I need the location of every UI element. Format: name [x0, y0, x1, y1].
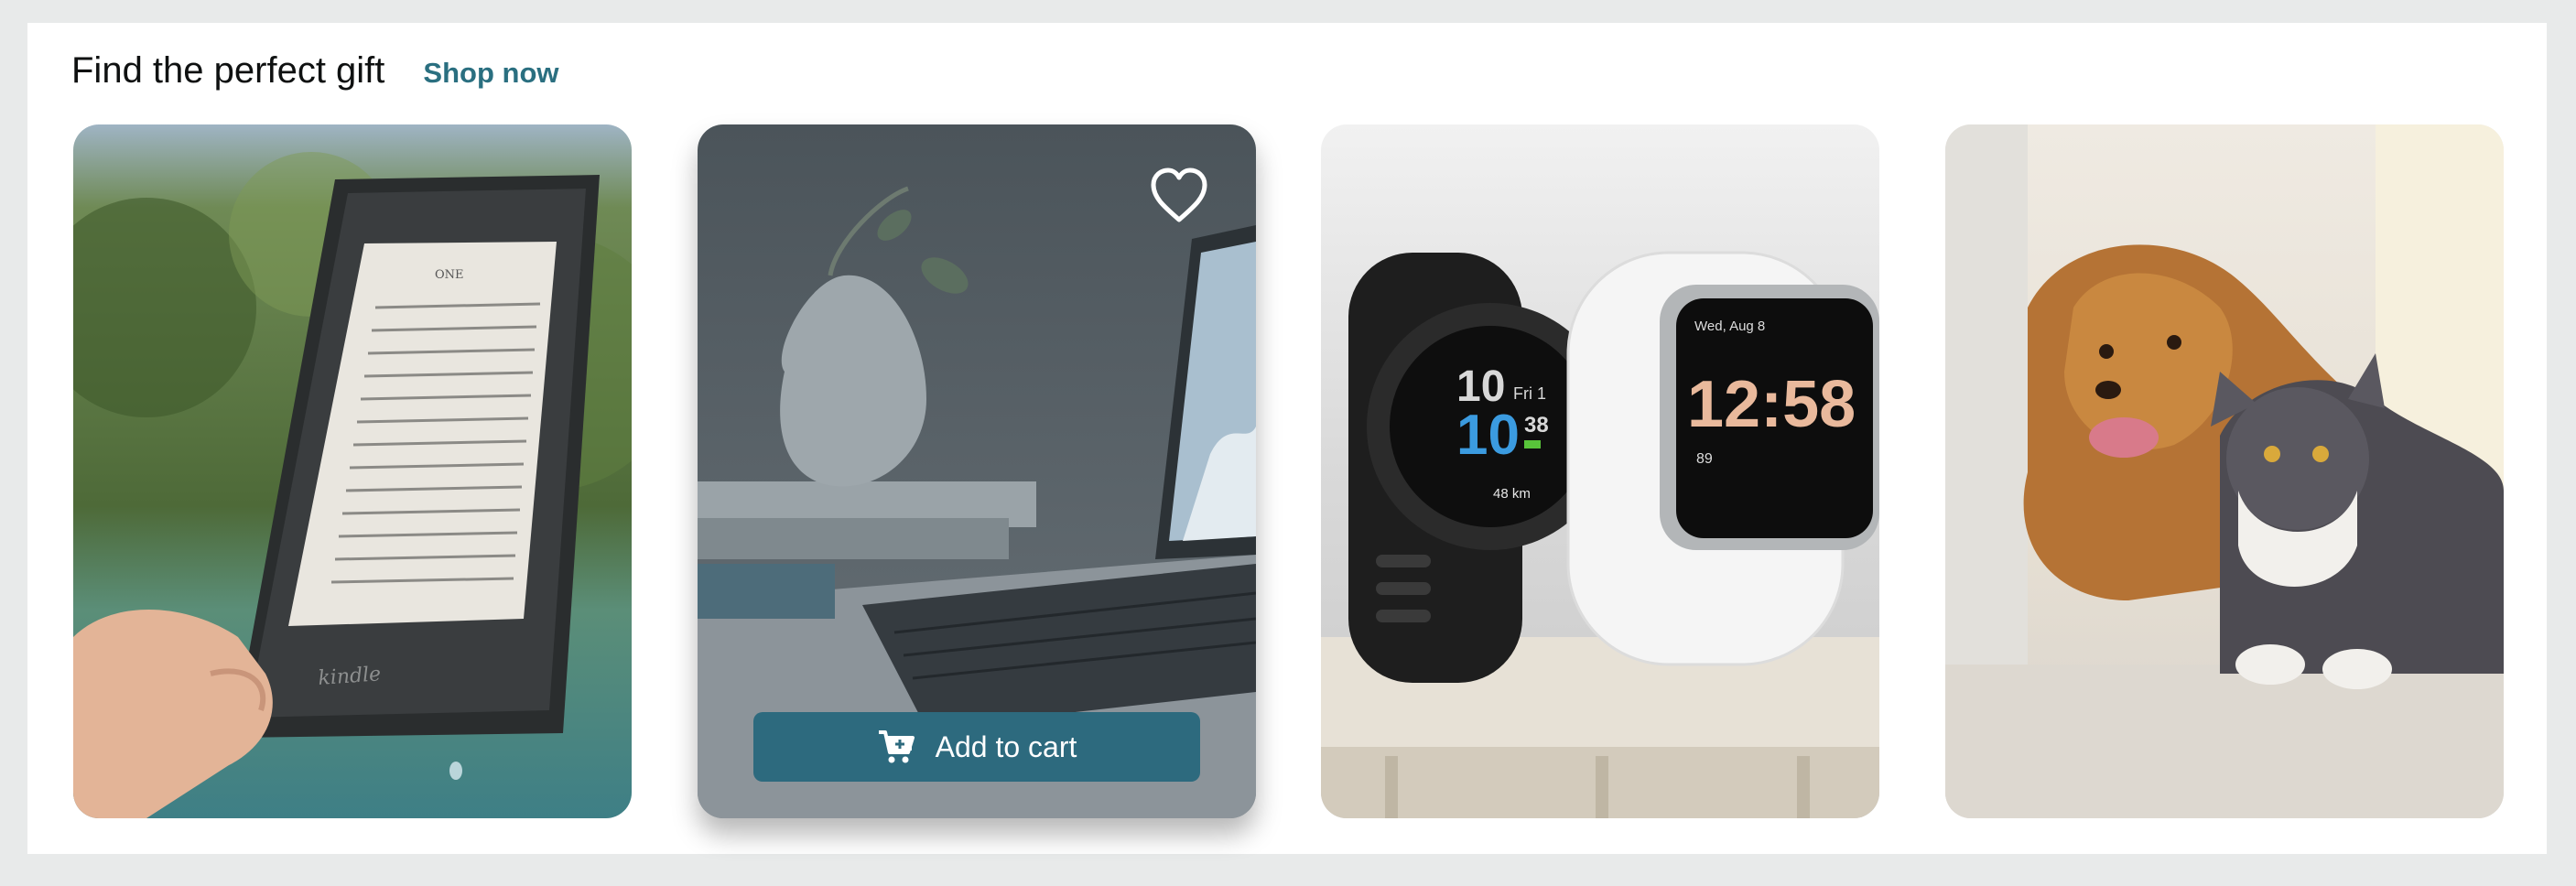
watch1-seconds: 38 [1524, 413, 1549, 438]
watch2-date: Wed, Aug 8 [1694, 319, 1765, 334]
watch2-stat: 89 [1696, 451, 1713, 467]
kindle-brand-logo: kindle [318, 663, 382, 690]
watches-image: 10 Fri 1 10 38 48 km Wed, Aug 8 12:58 89 [1321, 124, 1879, 818]
watch1-date: Fri 1 [1513, 384, 1546, 403]
heart-outline-icon [1151, 167, 1207, 222]
kindle-screen-heading: ONE [435, 268, 464, 282]
watch1-distance: 48 km [1493, 486, 1531, 502]
add-to-cart-button[interactable]: Add to cart [753, 712, 1200, 782]
watch1-minute: 10 [1456, 404, 1520, 467]
cart-plus-icon [877, 729, 915, 765]
favorite-button[interactable] [1146, 163, 1212, 229]
section-title: Find the perfect gift [71, 50, 385, 91]
product-card-watches[interactable]: 10 Fri 1 10 38 48 km Wed, Aug 8 12:58 89 [1321, 124, 1879, 818]
section-header: Find the perfect gift Shop now [71, 50, 559, 105]
add-to-cart-label: Add to cart [935, 729, 1077, 763]
pets-image [1945, 124, 2504, 818]
shop-now-link[interactable]: Shop now [423, 57, 558, 90]
product-card-kindle[interactable]: ONE kindle [73, 124, 632, 818]
product-card-pets[interactable] [1945, 124, 2504, 818]
kindle-image: ONE kindle [73, 124, 632, 818]
product-card-laptop[interactable]: Add to cart [698, 124, 1256, 818]
watch2-time: 12:58 [1687, 368, 1856, 441]
